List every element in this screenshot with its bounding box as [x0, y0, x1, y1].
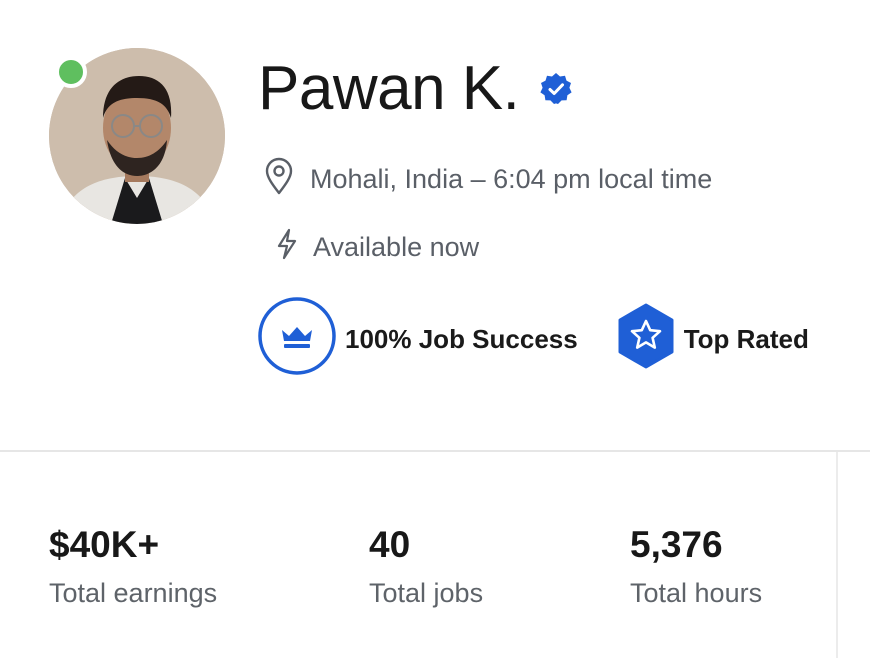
stat-total-earnings: $40K+ Total earnings	[49, 522, 217, 610]
location-row: Mohali, India – 6:04 pm local time	[262, 156, 712, 203]
column-divider	[836, 452, 838, 658]
job-success-badge[interactable]: 100% Job Success	[257, 296, 578, 383]
section-divider	[0, 450, 870, 452]
name-row: Pawan K.	[258, 52, 573, 126]
stat-value: 5,376	[630, 524, 723, 565]
stat-label: Total earnings	[49, 578, 218, 608]
stat-total-hours: 5,376 Total hours	[630, 522, 762, 610]
availability-text: Available now	[313, 232, 480, 262]
badges-row: 100% Job Success Top Rated	[257, 296, 809, 383]
lightning-icon	[275, 228, 299, 267]
availability-row: Available now	[275, 228, 479, 267]
stat-value: 40	[369, 524, 411, 565]
online-status-indicator	[55, 56, 87, 88]
profile-name: Pawan K.	[258, 54, 520, 123]
top-rated-label: Top Rated	[683, 324, 809, 354]
verified-badge-icon[interactable]	[539, 72, 573, 106]
crown-icon	[257, 296, 337, 383]
stat-total-jobs: 40 Total jobs	[369, 522, 483, 610]
avatar-container[interactable]	[49, 48, 225, 224]
stat-label: Total hours	[630, 578, 763, 608]
stat-value: $40K+	[49, 524, 160, 565]
star-hexagon-icon	[616, 303, 676, 376]
top-rated-badge[interactable]: Top Rated	[616, 303, 809, 376]
stat-label: Total jobs	[369, 578, 484, 608]
profile-header: Pawan K. Mohali, India – 6:04 pm local t…	[0, 0, 870, 450]
location-text: Mohali, India – 6:04 pm local time	[310, 164, 713, 194]
job-success-label: 100% Job Success	[345, 324, 578, 354]
map-pin-icon	[262, 156, 296, 203]
